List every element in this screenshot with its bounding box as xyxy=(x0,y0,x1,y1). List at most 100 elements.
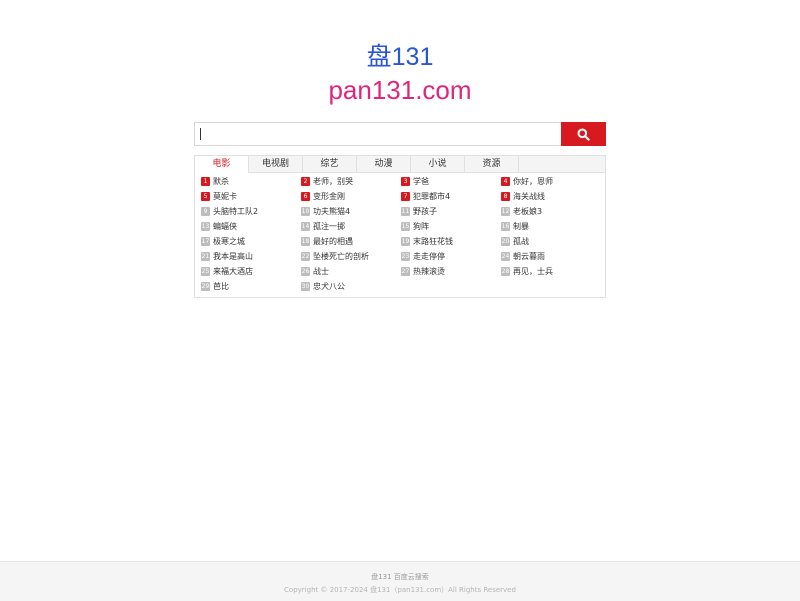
list-item-title: 变形金刚 xyxy=(313,192,345,201)
list-item-title: 老板娘3 xyxy=(513,207,543,216)
list-item[interactable]: 9 头脑特工队2 xyxy=(201,204,301,219)
hot-list: 1 默杀 2 老师，别哭 3 学爸 4 你好，恩师 5 莫妮卡 6 变形金刚 7 犯罪都市4 8 海关战线 9 头… xyxy=(201,174,601,294)
list-item[interactable]: 4 你好，恩师 xyxy=(501,174,601,189)
list-item[interactable]: 16 制暴 xyxy=(501,219,601,234)
list-item-title: 坠楼死亡的剖析 xyxy=(313,252,369,261)
rank-badge: 19 xyxy=(401,237,410,246)
list-item[interactable]: 24 朝云暮雨 xyxy=(501,249,601,264)
tab-resources[interactable]: 资源 xyxy=(465,156,519,172)
list-item-title: 犯罪都市4 xyxy=(413,192,451,201)
list-item-title: 芭比 xyxy=(213,282,229,291)
list-item-title: 朝云暮雨 xyxy=(513,252,545,261)
list-item[interactable]: 1 默杀 xyxy=(201,174,301,189)
rank-badge: 15 xyxy=(401,222,410,231)
list-item-title: 来福大酒店 xyxy=(213,267,253,276)
tab-variety[interactable]: 综艺 xyxy=(303,156,357,172)
tab-movies[interactable]: 电影 xyxy=(195,156,249,173)
rank-badge: 10 xyxy=(301,207,310,216)
rank-badge: 22 xyxy=(301,252,310,261)
footer-title: 盘131 百度云搜索 xyxy=(371,573,429,581)
rank-badge: 25 xyxy=(201,267,210,276)
rank-badge: 23 xyxy=(401,252,410,261)
list-item-title: 野孩子 xyxy=(413,207,437,216)
search-input[interactable] xyxy=(194,122,561,146)
list-item[interactable]: 18 最好的相遇 xyxy=(301,234,401,249)
list-item[interactable]: 23 走走停停 xyxy=(401,249,501,264)
list-item[interactable]: 6 变形金刚 xyxy=(301,189,401,204)
rank-badge: 16 xyxy=(501,222,510,231)
rank-badge: 14 xyxy=(301,222,310,231)
tab-anime[interactable]: 动漫 xyxy=(357,156,411,172)
search-button[interactable] xyxy=(561,122,606,146)
list-item-title: 制暴 xyxy=(513,222,529,231)
rank-badge: 11 xyxy=(401,207,410,216)
list-item[interactable]: 7 犯罪都市4 xyxy=(401,189,501,204)
rank-badge: 27 xyxy=(401,267,410,276)
list-item[interactable]: 5 莫妮卡 xyxy=(201,189,301,204)
list-item-title: 默杀 xyxy=(213,177,229,186)
hot-list-panel: 电影 电视剧 综艺 动漫 小说 资源 1 默杀 2 老师，别哭 3 学爸 4 你好，恩师 5 莫妮… xyxy=(194,155,606,298)
list-item[interactable]: 25 来福大酒店 xyxy=(201,264,301,279)
list-item[interactable]: 11 野孩子 xyxy=(401,204,501,219)
rank-badge: 17 xyxy=(201,237,210,246)
tab-novels[interactable]: 小说 xyxy=(411,156,465,172)
rank-badge: 30 xyxy=(301,282,310,291)
list-item-title: 热辣滚烫 xyxy=(413,267,445,276)
rank-badge: 4 xyxy=(501,177,510,186)
search-bar xyxy=(194,122,606,146)
list-item[interactable]: 3 学爸 xyxy=(401,174,501,189)
list-item[interactable]: 26 战士 xyxy=(301,264,401,279)
list-item-title: 海关战线 xyxy=(513,192,545,201)
list-item[interactable]: 20 孤战 xyxy=(501,234,601,249)
rank-badge: 13 xyxy=(201,222,210,231)
list-item-title: 再见，士兵 xyxy=(513,267,553,276)
list-item[interactable]: 28 再见，士兵 xyxy=(501,264,601,279)
rank-badge: 21 xyxy=(201,252,210,261)
list-item[interactable]: 21 我本是高山 xyxy=(201,249,301,264)
site-logo[interactable]: 盘131 pan131.com xyxy=(0,40,800,106)
category-tabs: 电影 电视剧 综艺 动漫 小说 资源 xyxy=(195,156,605,173)
rank-badge: 28 xyxy=(501,267,510,276)
footer-copyright: Copyright © 2017-2024 盘131（pan131.com）Al… xyxy=(284,586,516,594)
list-item-title: 孤注一掷 xyxy=(313,222,345,231)
list-item[interactable]: 29 芭比 xyxy=(201,279,301,294)
rank-badge: 5 xyxy=(201,192,210,201)
list-item[interactable]: 27 热辣滚烫 xyxy=(401,264,501,279)
rank-badge: 18 xyxy=(301,237,310,246)
list-item[interactable]: 2 老师，别哭 xyxy=(301,174,401,189)
rank-badge: 6 xyxy=(301,192,310,201)
list-item[interactable]: 8 海关战线 xyxy=(501,189,601,204)
list-item[interactable]: 14 孤注一掷 xyxy=(301,219,401,234)
list-item-title: 蝙蝠侠 xyxy=(213,222,237,231)
rank-badge: 3 xyxy=(401,177,410,186)
list-item[interactable]: 19 末路狂花钱 xyxy=(401,234,501,249)
list-item[interactable]: 17 极寒之城 xyxy=(201,234,301,249)
rank-badge: 9 xyxy=(201,207,210,216)
list-item[interactable]: 15 狗阵 xyxy=(401,219,501,234)
list-item[interactable]: 10 功夫熊猫4 xyxy=(301,204,401,219)
list-item-title: 学爸 xyxy=(413,177,429,186)
list-item-title: 老师，别哭 xyxy=(313,177,353,186)
rank-badge: 26 xyxy=(301,267,310,276)
list-item-title: 你好，恩师 xyxy=(513,177,553,186)
logo-chinese-name: 盘131 xyxy=(366,43,434,71)
list-item[interactable]: 13 蝙蝠侠 xyxy=(201,219,301,234)
rank-badge: 7 xyxy=(401,192,410,201)
list-item-title: 头脑特工队2 xyxy=(213,207,259,216)
list-item[interactable]: 30 忠犬八公 xyxy=(301,279,401,294)
list-item-title: 忠犬八公 xyxy=(313,282,345,291)
rank-badge: 2 xyxy=(301,177,310,186)
logo-domain: pan131.com xyxy=(328,75,472,105)
tab-tv-series[interactable]: 电视剧 xyxy=(249,156,303,172)
list-item-title: 狗阵 xyxy=(413,222,429,231)
list-item[interactable]: 22 坠楼死亡的剖析 xyxy=(301,249,401,264)
rank-badge: 8 xyxy=(501,192,510,201)
rank-badge: 1 xyxy=(201,177,210,186)
footer: 盘131 百度云搜索 Copyright © 2017-2024 盘131（pa… xyxy=(0,561,800,601)
list-item-title: 孤战 xyxy=(513,237,529,246)
rank-badge: 29 xyxy=(201,282,210,291)
list-item[interactable]: 12 老板娘3 xyxy=(501,204,601,219)
rank-badge: 12 xyxy=(501,207,510,216)
text-cursor xyxy=(200,128,201,140)
search-icon xyxy=(577,128,590,141)
